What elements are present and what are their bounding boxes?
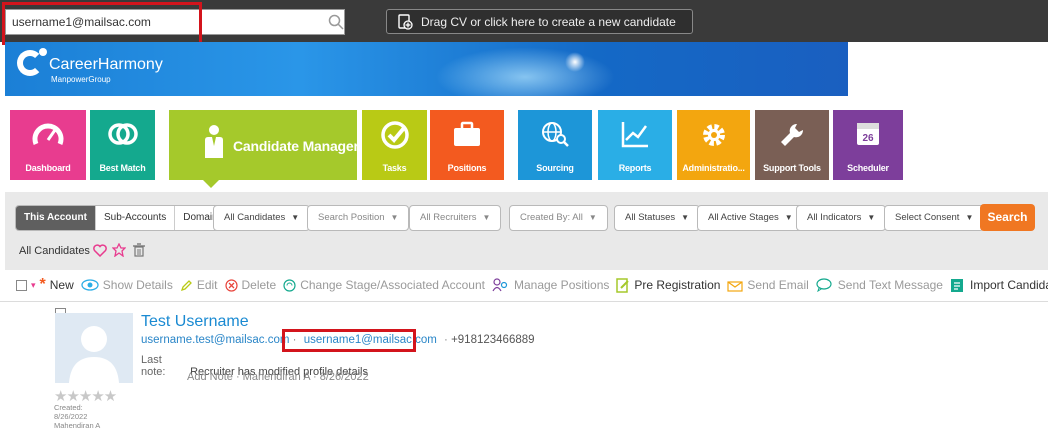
pre-registration-button[interactable]: Pre Registration bbox=[616, 277, 720, 293]
caret-down-icon: ▼ bbox=[588, 213, 597, 222]
module-candidate-manager[interactable]: Candidate Manager bbox=[169, 110, 357, 188]
search-icon[interactable] bbox=[328, 14, 344, 30]
import-icon bbox=[950, 278, 963, 292]
module-best-match[interactable]: Best Match bbox=[90, 110, 155, 180]
trash-icon[interactable] bbox=[133, 243, 145, 257]
brand-banner: CareerHarmony ManpowerGroup bbox=[5, 42, 848, 96]
gear-icon bbox=[702, 124, 725, 146]
indicators-dropdown[interactable]: All Indicators ▼ bbox=[796, 205, 887, 231]
module-dashboard[interactable]: Dashboard bbox=[10, 110, 86, 180]
candidate-phone: +918123466889 bbox=[451, 334, 535, 346]
close-circle-icon bbox=[224, 278, 238, 292]
module-administration[interactable]: Administratio... bbox=[677, 110, 750, 180]
pre-registration-icon bbox=[616, 277, 630, 293]
list-title: All Candidates bbox=[19, 245, 90, 257]
select-all-checkbox[interactable]: ▾ bbox=[16, 279, 36, 291]
search-button[interactable]: Search bbox=[980, 204, 1035, 231]
person-icon bbox=[205, 125, 223, 158]
svg-text:26: 26 bbox=[862, 133, 874, 144]
drag-cv-button[interactable]: Drag CV or click here to create a new ca… bbox=[386, 9, 693, 34]
match-icon bbox=[107, 123, 138, 145]
module-tasks[interactable]: Tasks bbox=[362, 110, 427, 180]
envelope-icon bbox=[727, 280, 744, 292]
avatar-placeholder-icon bbox=[69, 326, 119, 383]
consent-dropdown[interactable]: Select Consent ▼ bbox=[884, 205, 985, 231]
wrench-icon bbox=[781, 123, 804, 146]
caret-down-icon: ▼ bbox=[390, 213, 399, 222]
chat-icon bbox=[816, 278, 832, 292]
manage-positions-button[interactable]: Manage Positions bbox=[492, 278, 609, 292]
caret-down-icon: ▼ bbox=[681, 213, 690, 222]
highlight-email bbox=[282, 329, 416, 352]
action-toolbar: ▾ * New Show Details Edit Delete Change S… bbox=[0, 270, 1048, 300]
check-icon bbox=[380, 121, 409, 149]
search-position-dropdown[interactable]: Search Position ▼ bbox=[307, 205, 410, 231]
add-document-icon bbox=[398, 13, 413, 30]
active-stages-dropdown[interactable]: All Active Stages ▼ bbox=[697, 205, 804, 231]
cycle-icon bbox=[283, 278, 296, 292]
candidate-email-primary[interactable]: username.test@mailsac.com bbox=[141, 334, 289, 346]
module-positions[interactable]: Positions bbox=[430, 110, 504, 180]
candidate-avatar[interactable] bbox=[55, 313, 133, 383]
caret-down-icon: ▼ bbox=[482, 213, 491, 222]
module-sourcing[interactable]: Sourcing bbox=[518, 110, 592, 180]
note-footer: Add Note · Mahendiran A · 8/26/2022 bbox=[187, 371, 369, 383]
scope-sub-accounts[interactable]: Sub-Accounts bbox=[96, 206, 176, 230]
filter-panel bbox=[5, 192, 1048, 270]
delete-button[interactable]: Delete bbox=[224, 278, 276, 292]
eye-icon bbox=[81, 279, 99, 291]
caret-down-icon: ▾ bbox=[31, 279, 36, 290]
pin-icon[interactable] bbox=[112, 243, 126, 257]
module-reports[interactable]: Reports bbox=[598, 110, 672, 180]
edit-button[interactable]: Edit bbox=[180, 278, 218, 292]
change-stage-button[interactable]: Change Stage/Associated Account bbox=[283, 278, 485, 292]
pencil-icon bbox=[180, 279, 192, 291]
send-email-button[interactable]: Send Email bbox=[727, 278, 809, 292]
all-candidates-dropdown[interactable]: All Candidates ▼ bbox=[213, 205, 311, 231]
chart-line-icon bbox=[621, 122, 648, 148]
candidate-name[interactable]: Test Username bbox=[141, 313, 249, 331]
briefcase-icon bbox=[454, 121, 480, 146]
caret-down-icon: ▼ bbox=[291, 213, 300, 222]
created-meta: Created: 8/26/2022 Mahendiran A bbox=[54, 403, 101, 430]
brand-name: CareerHarmony bbox=[49, 56, 163, 73]
new-button[interactable]: * New bbox=[40, 276, 74, 294]
caret-down-icon: ▼ bbox=[965, 213, 974, 222]
module-scheduler[interactable]: 26 Scheduler bbox=[833, 110, 903, 180]
account-scope-toggle: This Account Sub-Accounts Domain bbox=[15, 205, 227, 231]
highlight-search bbox=[2, 2, 202, 45]
toolbar-divider bbox=[0, 301, 1048, 302]
drag-cv-label: Drag CV or click here to create a new ca… bbox=[421, 14, 676, 29]
add-note-link[interactable]: Add Note bbox=[187, 371, 233, 383]
recruiters-dropdown[interactable]: All Recruiters ▼ bbox=[409, 205, 502, 231]
created-by-dropdown[interactable]: Created By: All ▼ bbox=[509, 205, 608, 231]
globe-search-icon bbox=[542, 122, 569, 147]
calendar-icon: 26 bbox=[857, 123, 879, 145]
brand-sub: ManpowerGroup bbox=[51, 75, 111, 84]
send-text-button[interactable]: Send Text Message bbox=[816, 278, 943, 292]
caret-down-icon: ▼ bbox=[867, 213, 876, 222]
show-details-button[interactable]: Show Details bbox=[81, 278, 173, 292]
caret-down-icon: ▼ bbox=[784, 213, 793, 222]
import-candidates-button[interactable]: Import Candidates bbox=[950, 278, 1048, 293]
statuses-dropdown[interactable]: All Statuses ▼ bbox=[614, 205, 701, 231]
people-icon bbox=[492, 278, 508, 292]
heart-icon[interactable] bbox=[93, 244, 107, 257]
scope-this-account[interactable]: This Account bbox=[16, 206, 96, 230]
module-support-tools[interactable]: Support Tools bbox=[755, 110, 829, 180]
asterisk-icon: * bbox=[39, 276, 46, 293]
gauge-icon bbox=[32, 123, 64, 145]
checkbox-icon bbox=[16, 279, 27, 291]
